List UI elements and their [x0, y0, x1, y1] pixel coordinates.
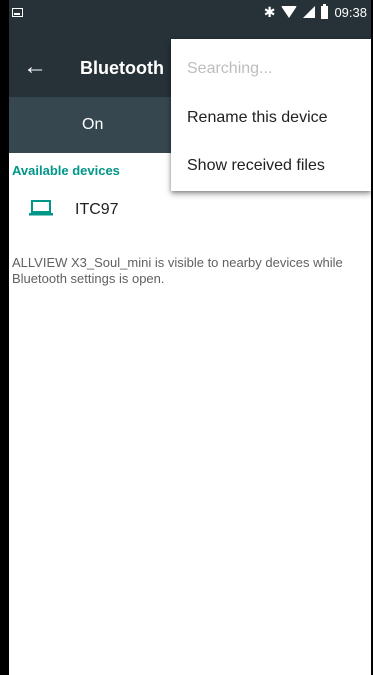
menu-item-rename-device[interactable]: Rename this device [187, 108, 328, 128]
status-time: 09:38 [334, 4, 367, 20]
notification-image-icon [12, 8, 23, 17]
battery-icon [321, 3, 329, 19]
available-devices-header: Available devices [12, 163, 120, 178]
device-item-itc97[interactable]: ITC97 [9, 188, 371, 228]
overflow-menu: Searching... Rename this device Show rec… [171, 39, 371, 191]
laptop-icon [29, 200, 53, 216]
screen: ✱ 09:38 ← Bluetooth On Available devices… [9, 0, 371, 675]
back-arrow-icon[interactable]: ← [19, 51, 51, 83]
bluetooth-icon: ✱ [263, 4, 276, 20]
signal-icon [303, 6, 316, 18]
menu-item-searching: Searching... [187, 60, 273, 77]
device-frame: ✱ 09:38 ← Bluetooth On Available devices… [0, 0, 373, 675]
status-bar: ✱ 09:38 [9, 0, 371, 39]
wifi-icon [281, 6, 298, 18]
status-icons: ✱ 09:38 [264, 0, 367, 24]
page-title: Bluetooth [80, 58, 164, 78]
menu-item-show-received-files[interactable]: Show received files [187, 156, 325, 176]
device-name: ITC97 [75, 201, 119, 218]
visibility-notice: ALLVIEW X3_Soul_mini is visible to nearb… [12, 255, 343, 286]
left-bezel [0, 0, 9, 675]
toggle-label: On [82, 116, 104, 133]
